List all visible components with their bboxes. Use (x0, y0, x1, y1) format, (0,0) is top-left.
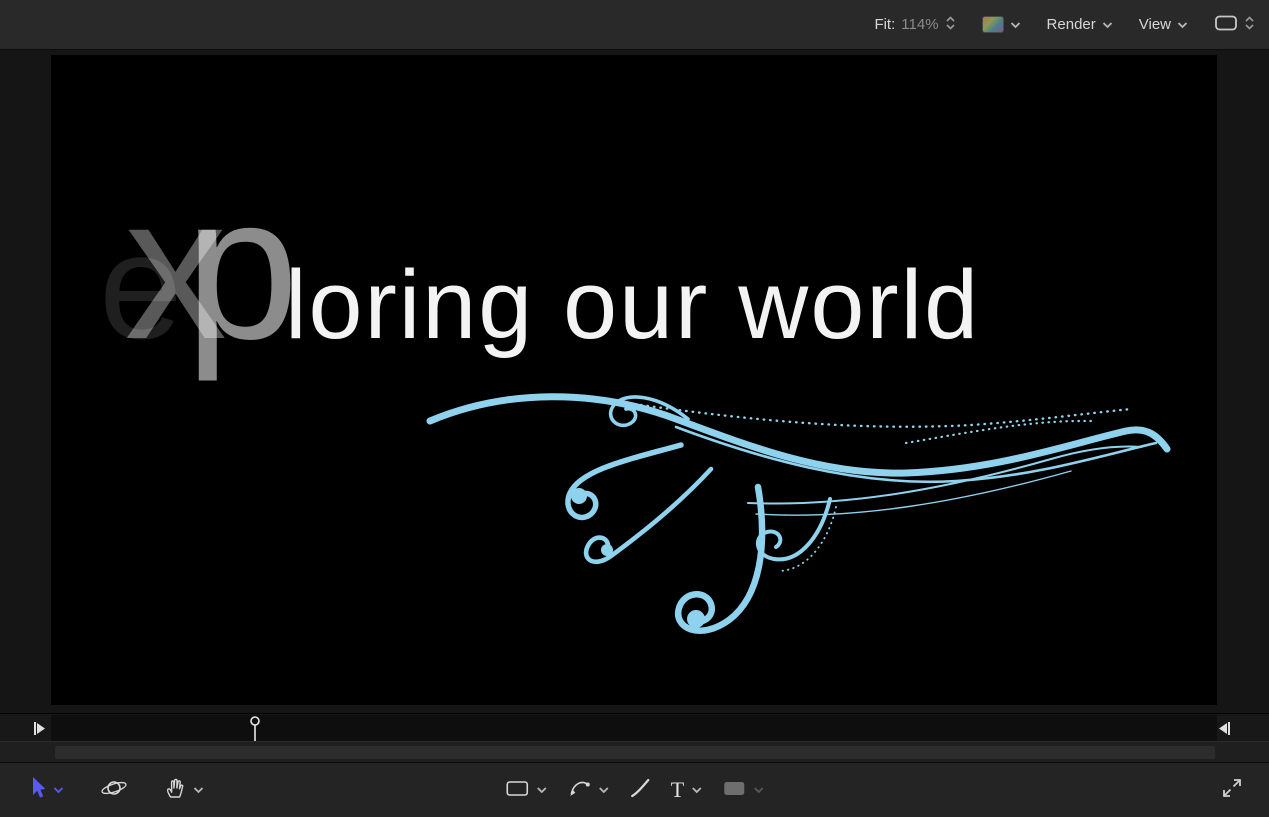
title-letter-dim: p (184, 153, 299, 382)
zoom-control[interactable]: Fit: 114% (874, 15, 955, 35)
layout-stepper-icon (1244, 15, 1255, 35)
title-text-bright: loring our world (284, 250, 981, 359)
fullscreen-tool[interactable] (1221, 777, 1243, 804)
mask-tool (722, 778, 764, 803)
orbit-3d-icon (100, 776, 128, 805)
bezier-tool[interactable] (567, 776, 609, 805)
chevron-down-icon[interactable] (193, 781, 204, 799)
chevron-down-icon (1102, 16, 1113, 33)
hand-icon (164, 776, 186, 805)
zoom-stepper-icon[interactable] (945, 15, 956, 35)
chevron-down-icon (1177, 16, 1188, 33)
canvas-region: exploring our world (0, 50, 1269, 713)
chevron-down-icon[interactable] (598, 781, 609, 799)
pen-curve-icon (567, 776, 591, 805)
fit-label: Fit: (874, 16, 896, 33)
text-tool[interactable]: T (671, 779, 702, 801)
title-text-layer[interactable]: exploring our world (99, 165, 980, 370)
mini-timeline[interactable] (0, 713, 1269, 742)
render-label: Render (1046, 16, 1096, 33)
bottom-toolbar: T (0, 762, 1269, 817)
render-menu[interactable]: Render (1047, 16, 1113, 33)
select-transform-tool[interactable] (28, 776, 64, 805)
timeline-track[interactable] (51, 715, 1217, 741)
canvas-viewport[interactable]: exploring our world (51, 55, 1217, 705)
rectangle-tool[interactable] (505, 778, 547, 803)
color-swatch-icon (981, 16, 1004, 33)
display-layout-control[interactable] (1214, 14, 1255, 36)
display-layout-icon (1214, 14, 1238, 36)
color-channel-menu[interactable] (981, 16, 1021, 33)
pan-zoom-tool[interactable] (164, 776, 204, 805)
view-menu[interactable]: View (1139, 16, 1188, 33)
chevron-down-icon (753, 781, 764, 799)
chevron-down-icon[interactable] (536, 781, 547, 799)
text-tool-icon: T (670, 777, 685, 802)
view-label: View (1138, 16, 1171, 33)
chevron-down-icon (1010, 16, 1021, 33)
select-arrow-icon (28, 776, 46, 805)
play-range-end-marker[interactable] (1218, 721, 1231, 741)
play-range-start-marker[interactable] (33, 721, 46, 741)
3d-transform-tool[interactable] (100, 776, 128, 805)
rectangle-icon (505, 778, 529, 803)
flourish-swirl-graphic[interactable] (426, 387, 1171, 672)
horizontal-scrollbar[interactable] (55, 746, 1215, 759)
chevron-down-icon[interactable] (691, 781, 702, 799)
mask-rectangle-icon (722, 778, 746, 803)
timeline-scroll-strip (0, 741, 1269, 762)
zoom-value: 114% (901, 16, 939, 33)
paint-stroke-tool[interactable] (629, 777, 651, 804)
chevron-down-icon[interactable] (53, 781, 64, 799)
paint-stroke-icon (629, 777, 651, 804)
top-toolbar: Fit: 114% Render View (0, 0, 1269, 50)
expand-arrows-icon (1221, 777, 1243, 804)
